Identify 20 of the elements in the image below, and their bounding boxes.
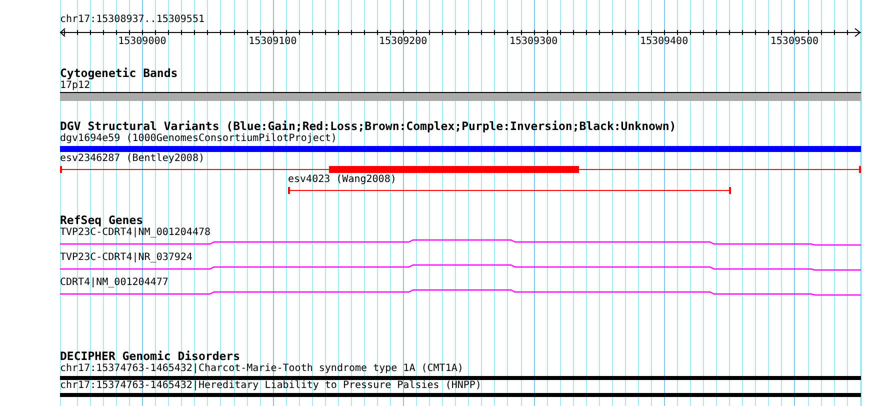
track-title: DGV Structural Variants (Blue:Gain;Red:Loss;Brown:Complex;Purple:Inversion;Black:Unknown) bbox=[60, 120, 678, 133]
feature-label: 17p12 bbox=[60, 80, 90, 92]
range-label: chr17:15308937..15309551 bbox=[60, 14, 206, 26]
tick-label: 15309200 bbox=[379, 36, 428, 47]
tick-label: 15309100 bbox=[248, 36, 297, 47]
feature-label: chr17:15374763-1465432|Hereditary Liability to Pressure Palsies (HNPP) bbox=[60, 380, 482, 392]
feature-label: dgv1694e59 (1000GenomesConsortiumPilotProject) bbox=[60, 133, 337, 145]
track-title: DECIPHER Genomic Disorders bbox=[60, 350, 242, 363]
feature-label: esv4023 (Wang2008) bbox=[288, 174, 396, 186]
tick-label: 15309400 bbox=[640, 36, 688, 47]
feature-label: TVP23C-CDRT4|NM_001204478 bbox=[60, 227, 211, 239]
feature-label: esv2346287 (Bentley2008) bbox=[60, 153, 204, 165]
track-title: RefSeq Genes bbox=[60, 214, 144, 227]
track-title: Cytogenetic Bands bbox=[60, 67, 179, 80]
feature-label: TVP23C-CDRT4|NR_037924 bbox=[60, 252, 192, 264]
tick-label: 15309300 bbox=[509, 36, 558, 47]
tick-label: 15309500 bbox=[770, 36, 819, 47]
feature-label: chr17:15374763-1465432|Charcot-Marie-Tooth syndrome type 1A (CMT1A) bbox=[60, 363, 464, 375]
tick-label: 15309000 bbox=[118, 36, 166, 47]
feature-label: CDRT4|NM_001204477 bbox=[60, 277, 168, 289]
